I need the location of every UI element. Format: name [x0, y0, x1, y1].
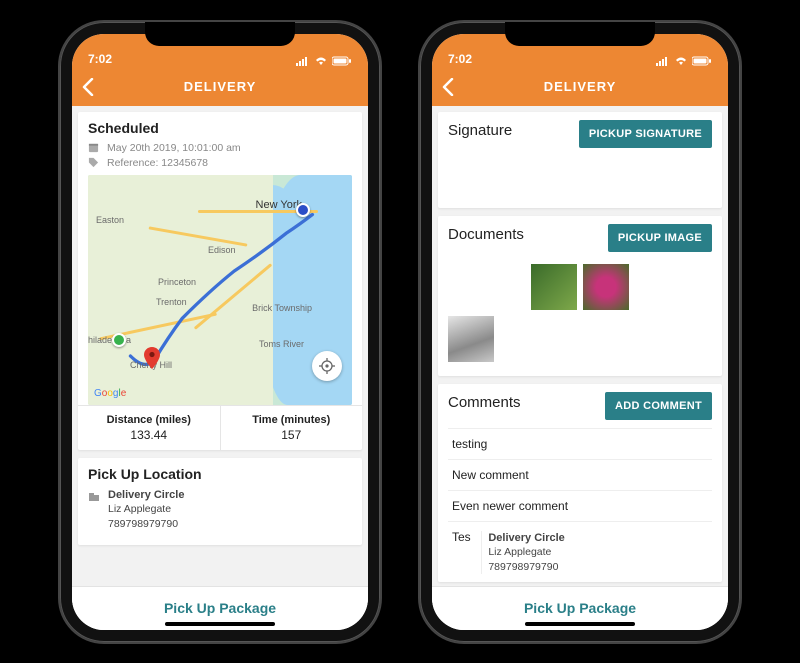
- status-icons: [296, 56, 352, 66]
- document-thumbnail[interactable]: [583, 264, 629, 310]
- phone-right: 7:02 DELIVERY Signature PICKUP SIGNATURE: [420, 22, 740, 642]
- map-pin-current[interactable]: [144, 347, 160, 369]
- stat-distance-value: 133.44: [82, 428, 216, 442]
- scheduled-datetime-row: May 20th 2019, 10:01:00 am: [88, 142, 352, 154]
- document-thumbnails: [448, 260, 712, 368]
- scheduled-card: Scheduled May 20th 2019, 10:01:00 am Ref…: [78, 112, 362, 450]
- stat-time: Time (minutes) 157: [220, 406, 363, 450]
- pickup-contact: Liz Applegate: [488, 545, 564, 559]
- comment-item[interactable]: Even newer comment: [448, 490, 712, 521]
- map-label: Brick Township: [252, 303, 312, 313]
- comment-item[interactable]: testing: [448, 428, 712, 459]
- battery-icon: [332, 56, 352, 66]
- notch: [505, 22, 655, 46]
- map-label: Edison: [208, 245, 236, 255]
- signature-card: Signature PICKUP SIGNATURE: [438, 112, 722, 208]
- wifi-icon: [674, 56, 688, 66]
- content-left[interactable]: Scheduled May 20th 2019, 10:01:00 am Ref…: [72, 106, 368, 630]
- locate-me-button[interactable]: [312, 351, 342, 381]
- route-map[interactable]: New York Easton Edison Princeton Trenton…: [88, 175, 352, 405]
- pickup-tracking: 789798979790: [488, 560, 564, 574]
- phone-left: 7:02 DELIVERY Scheduled May 20th 2019, 1…: [60, 22, 380, 642]
- nav-title: DELIVERY: [184, 79, 257, 94]
- signature-heading: Signature: [448, 122, 512, 139]
- pickup-location-card: Pick Up Location Delivery Circle Liz App…: [78, 458, 362, 545]
- nav-bar: DELIVERY: [72, 68, 368, 106]
- back-button[interactable]: [82, 78, 94, 96]
- back-button[interactable]: [442, 78, 454, 96]
- home-indicator[interactable]: [165, 622, 275, 626]
- pickup-tracking: 789798979790: [108, 517, 184, 531]
- map-label: Trenton: [156, 297, 187, 307]
- chevron-left-icon: [82, 78, 94, 96]
- scheduled-reference-row: Reference: 12345678: [88, 157, 352, 169]
- pickup-package-label: Pick Up Package: [164, 600, 276, 616]
- nav-title: DELIVERY: [544, 79, 617, 94]
- map-label: Princeton: [158, 277, 196, 287]
- signal-icon: [296, 56, 310, 66]
- pickup-package-label: Pick Up Package: [524, 600, 636, 616]
- battery-icon: [692, 56, 712, 66]
- status-time: 7:02: [448, 52, 472, 66]
- wifi-icon: [314, 56, 328, 66]
- documents-card: Documents PICKUP IMAGE: [438, 216, 722, 376]
- pickup-business: Delivery Circle: [108, 488, 184, 503]
- pickup-details-overlay: Delivery Circle Liz Applegate 7897989797…: [481, 531, 570, 574]
- map-attribution: Google: [94, 388, 126, 399]
- chevron-left-icon: [442, 78, 454, 96]
- crosshair-icon: [319, 358, 335, 374]
- pickup-image-button[interactable]: PICKUP IMAGE: [608, 224, 712, 252]
- calendar-icon: [88, 142, 99, 153]
- pickup-signature-button[interactable]: PICKUP SIGNATURE: [579, 120, 712, 148]
- scheduled-reference: Reference: 12345678: [107, 157, 208, 169]
- comment-text: Tes: [452, 530, 478, 544]
- add-comment-button[interactable]: ADD COMMENT: [605, 392, 712, 420]
- comments-card: Comments ADD COMMENT testing New comment…: [438, 384, 722, 582]
- pickup-contact: Liz Applegate: [108, 502, 184, 516]
- screen-right: 7:02 DELIVERY Signature PICKUP SIGNATURE: [432, 34, 728, 630]
- tag-icon: [88, 157, 99, 168]
- route-stats: Distance (miles) 133.44 Time (minutes) 1…: [78, 405, 362, 450]
- scheduled-heading: Scheduled: [88, 120, 352, 136]
- map-marker-origin[interactable]: [112, 333, 126, 347]
- comments-heading: Comments: [448, 394, 521, 411]
- document-thumbnail[interactable]: [448, 316, 494, 362]
- comment-item[interactable]: New comment: [448, 459, 712, 490]
- stat-distance-label: Distance (miles): [82, 414, 216, 426]
- home-indicator[interactable]: [525, 622, 635, 626]
- map-label: Easton: [96, 215, 124, 225]
- status-time: 7:02: [88, 52, 112, 66]
- document-thumbnail[interactable]: [531, 264, 577, 310]
- building-icon: [88, 490, 100, 502]
- stat-time-label: Time (minutes): [225, 414, 359, 426]
- map-marker-destination[interactable]: [296, 203, 310, 217]
- scheduled-datetime: May 20th 2019, 10:01:00 am: [107, 142, 241, 154]
- pickup-heading: Pick Up Location: [88, 466, 352, 482]
- signal-icon: [656, 56, 670, 66]
- pickup-business: Delivery Circle: [488, 531, 564, 546]
- content-right[interactable]: Signature PICKUP SIGNATURE Documents PIC…: [432, 106, 728, 630]
- notch: [145, 22, 295, 46]
- stat-distance: Distance (miles) 133.44: [78, 406, 220, 450]
- stat-time-value: 157: [225, 428, 359, 442]
- documents-heading: Documents: [448, 226, 524, 243]
- nav-bar: DELIVERY: [432, 68, 728, 106]
- screen-left: 7:02 DELIVERY Scheduled May 20th 2019, 1…: [72, 34, 368, 630]
- status-icons: [656, 56, 712, 66]
- pickup-details: Delivery Circle Liz Applegate 7897989797…: [88, 488, 352, 531]
- map-label: Toms River: [259, 339, 304, 349]
- comment-item[interactable]: Tes Delivery Circle Liz Applegate 789798…: [448, 521, 712, 582]
